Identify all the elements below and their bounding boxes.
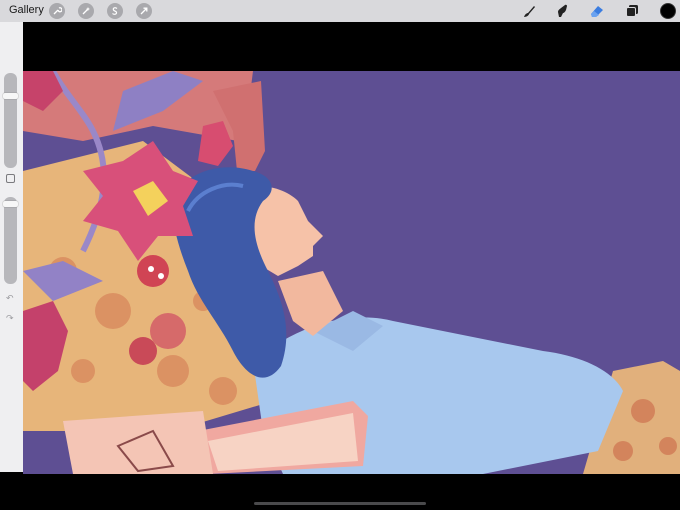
smudge-icon[interactable] [555, 3, 571, 19]
undo-icon[interactable]: ↶ [6, 293, 14, 304]
selection-s-icon[interactable] [107, 3, 123, 19]
layers-icon[interactable] [624, 3, 640, 19]
brush-icon[interactable] [521, 3, 537, 19]
brush-size-slider[interactable] [4, 73, 17, 168]
wrench-icon[interactable] [49, 3, 65, 19]
top-toolbar: Gallery [0, 0, 680, 22]
transform-arrow-icon[interactable] [136, 3, 152, 19]
open-book [63, 411, 213, 474]
redo-icon[interactable]: ↷ [6, 313, 14, 324]
color-swatch[interactable] [660, 3, 676, 19]
eraser-icon[interactable] [589, 3, 605, 19]
home-indicator[interactable] [254, 502, 426, 505]
gallery-button[interactable]: Gallery [9, 4, 44, 16]
magic-wand-icon[interactable] [78, 3, 94, 19]
artwork-canvas[interactable] [23, 71, 680, 474]
modify-button[interactable] [6, 174, 15, 183]
opacity-slider[interactable] [4, 197, 17, 284]
opacity-knob[interactable] [3, 201, 18, 208]
brush-size-knob[interactable] [3, 92, 18, 99]
